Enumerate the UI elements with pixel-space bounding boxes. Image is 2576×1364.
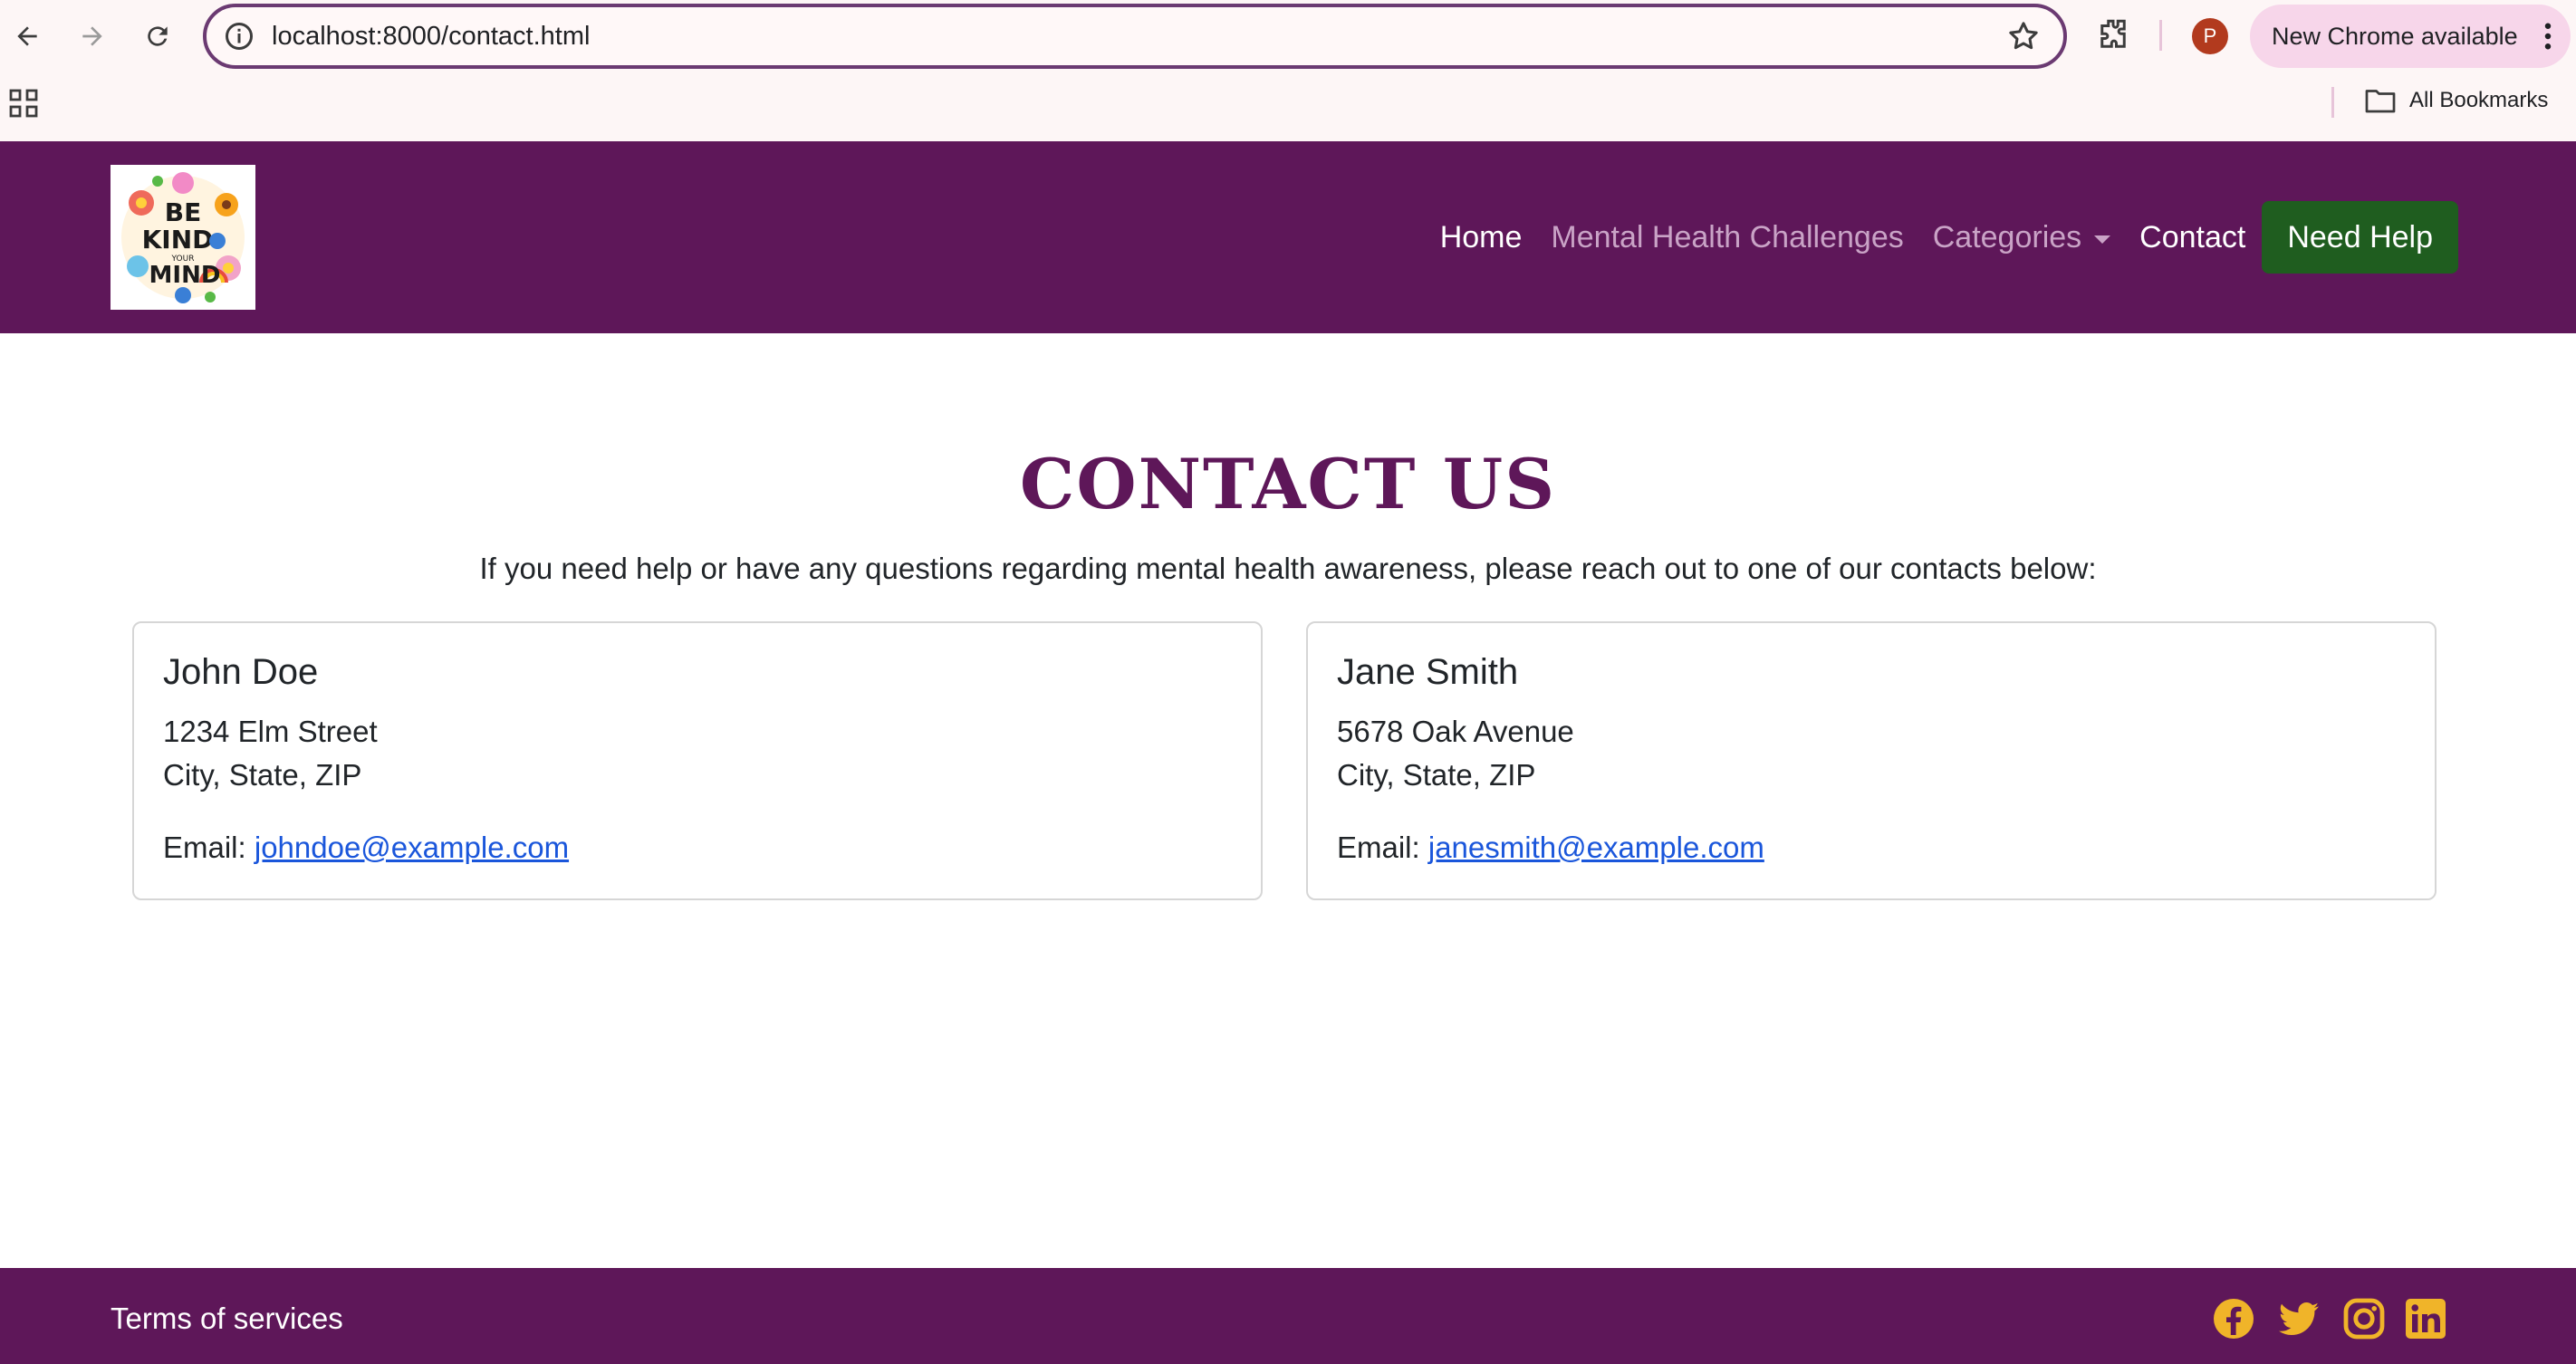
contact-email-link[interactable]: janesmith@example.com (1428, 831, 1764, 864)
contact-address-line2: City, State, ZIP (1337, 758, 1536, 792)
contact-email-label: Email: (163, 831, 246, 864)
terms-of-services-link[interactable]: Terms of services (111, 1301, 343, 1337)
contact-email-row: Email: janesmith@example.com (1337, 830, 1764, 866)
contact-name: Jane Smith (1337, 652, 1519, 692)
contact-card: John Doe 1234 Elm Street City, State, ZI… (132, 621, 1263, 900)
profile-avatar[interactable]: P (2192, 18, 2228, 54)
instagram-link[interactable] (2342, 1297, 2386, 1340)
folder-icon (2365, 90, 2396, 113)
extensions-puzzle-icon[interactable] (2094, 16, 2132, 54)
site-navbar: BE KIND YOUR MIND Home Mental Health Cha… (0, 141, 2576, 333)
url-text[interactable]: localhost:8000/contact.html (272, 20, 590, 53)
svg-text:KIND: KIND (142, 225, 214, 255)
twitter-icon (2279, 1302, 2319, 1335)
bookmarks-divider (2331, 87, 2334, 118)
site-logo[interactable]: BE KIND YOUR MIND (111, 165, 255, 310)
nav-home[interactable]: Home (1440, 201, 1523, 274)
browser-chrome: localhost:8000/contact.html P New Chrome… (0, 0, 2576, 141)
facebook-link[interactable] (2212, 1297, 2255, 1340)
page-title: CONTACT US (1019, 444, 1557, 524)
contact-address-line2: City, State, ZIP (163, 758, 362, 792)
toolbar-divider (2159, 20, 2162, 51)
bookmark-star-icon[interactable] (2005, 18, 2042, 54)
svg-text:MIND: MIND (149, 262, 221, 289)
twitter-link[interactable] (2277, 1297, 2321, 1340)
facebook-icon (2214, 1299, 2254, 1339)
all-bookmarks-label: All Bookmarks (2409, 88, 2549, 112)
intro-text: If you need help or have any questions r… (479, 552, 2097, 585)
nav-contact[interactable]: Contact (2139, 201, 2245, 274)
svg-text:BE: BE (165, 197, 201, 227)
nav-categories-dropdown[interactable]: Categories (1932, 201, 2111, 274)
contact-address-line1: 5678 Oak Avenue (1337, 715, 1574, 748)
nav-mental-health-challenges[interactable]: Mental Health Challenges (1551, 201, 1903, 274)
apps-grid-icon[interactable] (9, 89, 38, 118)
contact-address-line1: 1234 Elm Street (163, 715, 378, 748)
back-arrow-icon (17, 26, 37, 46)
be-kind-to-your-mind-logo: BE KIND YOUR MIND (111, 165, 255, 310)
contact-card: Jane Smith 5678 Oak Avenue City, State, … (1306, 621, 2437, 900)
main-nav: Home Mental Health Challenges Categories… (1411, 201, 2458, 274)
site-footer: Terms of services (0, 1268, 2576, 1364)
back-button[interactable] (5, 14, 49, 58)
reload-icon (148, 26, 168, 46)
contact-email-link[interactable]: johndoe@example.com (255, 831, 569, 864)
chrome-update-button[interactable]: New Chrome available (2250, 5, 2571, 68)
more-menu-icon[interactable] (2543, 23, 2552, 50)
bookmarks-bar (0, 72, 2576, 141)
chrome-update-label: New Chrome available (2272, 22, 2518, 50)
all-bookmarks-button[interactable]: All Bookmarks (2364, 87, 2548, 114)
forward-button[interactable] (71, 14, 114, 58)
need-help-button[interactable]: Need Help (2262, 201, 2458, 274)
reload-button[interactable] (136, 14, 179, 58)
contact-name: John Doe (163, 652, 319, 692)
site-info-icon[interactable] (223, 20, 255, 53)
caret-down-icon (2094, 235, 2111, 244)
forward-arrow-icon (82, 26, 102, 46)
address-bar[interactable]: localhost:8000/contact.html (203, 4, 2067, 69)
contact-email-row: Email: johndoe@example.com (163, 830, 569, 866)
nav-categories-label: Categories (1932, 220, 2082, 255)
linkedin-icon (2406, 1299, 2446, 1339)
instagram-icon (2343, 1298, 2385, 1340)
browser-toolbar: localhost:8000/contact.html P New Chrome… (0, 0, 2576, 72)
linkedin-link[interactable] (2404, 1297, 2447, 1340)
contact-email-label: Email: (1337, 831, 1420, 864)
